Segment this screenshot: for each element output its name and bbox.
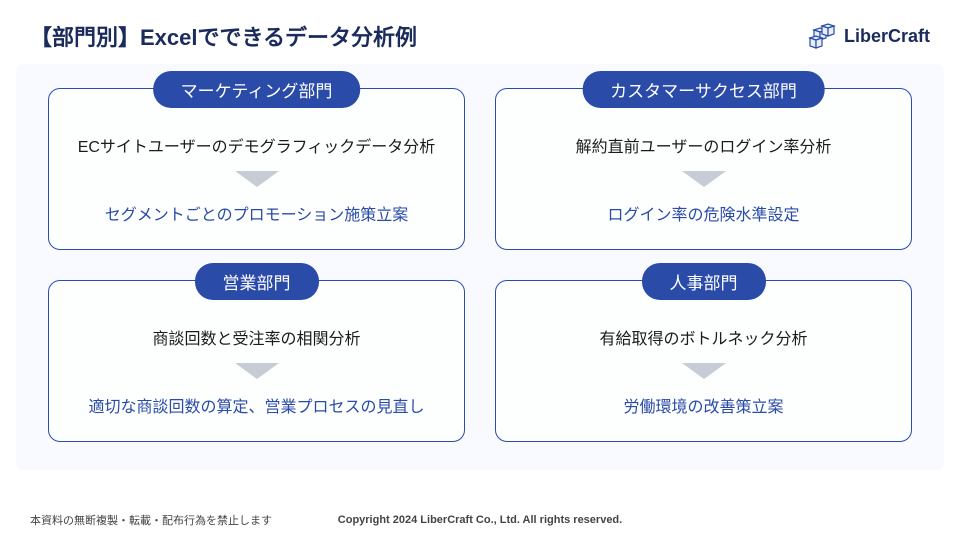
card-outcome-text: 適切な商談回数の算定、営業プロセスの見直し xyxy=(69,393,444,417)
card-badge: 人事部門 xyxy=(642,263,766,300)
card-outcome-text: ログイン率の危険水準設定 xyxy=(516,201,891,225)
arrow-down-icon xyxy=(235,171,279,187)
logo: LiberCraft xyxy=(806,22,930,50)
card-analysis-text: 商談回数と受注率の相関分析 xyxy=(69,325,444,349)
card-outcome-text: 労働環境の改善策立案 xyxy=(516,393,891,417)
card-analysis-text: 解約直前ユーザーのログイン率分析 xyxy=(516,133,891,157)
card-analysis-text: ECサイトユーザーのデモグラフィックデータ分析 xyxy=(69,133,444,157)
card-badge: 営業部門 xyxy=(195,263,319,300)
footer-disclaimer: 本資料の無断複製・転載・配布行為を禁止します xyxy=(30,512,272,528)
arrow-down-icon xyxy=(682,171,726,187)
logo-icon xyxy=(806,22,838,50)
header: 【部門別】Excelでできるデータ分析例 LiberCraft xyxy=(0,0,960,64)
card-badge: カスタマーサクセス部門 xyxy=(582,71,825,108)
footer: 本資料の無断複製・転載・配布行為を禁止します Copyright 2024 Li… xyxy=(0,500,960,540)
logo-text: LiberCraft xyxy=(844,26,930,47)
card-customer-success: カスタマーサクセス部門 解約直前ユーザーのログイン率分析 ログイン率の危険水準設… xyxy=(495,88,912,250)
main-panel: マーケティング部門 ECサイトユーザーのデモグラフィックデータ分析 セグメントご… xyxy=(16,64,944,470)
card-sales: 営業部門 商談回数と受注率の相関分析 適切な商談回数の算定、営業プロセスの見直し xyxy=(48,280,465,442)
card-hr: 人事部門 有給取得のボトルネック分析 労働環境の改善策立案 xyxy=(495,280,912,442)
card-badge: マーケティング部門 xyxy=(153,71,361,108)
arrow-down-icon xyxy=(235,363,279,379)
card-analysis-text: 有給取得のボトルネック分析 xyxy=(516,325,891,349)
page-title: 【部門別】Excelでできるデータ分析例 xyxy=(30,20,417,52)
card-marketing: マーケティング部門 ECサイトユーザーのデモグラフィックデータ分析 セグメントご… xyxy=(48,88,465,250)
card-outcome-text: セグメントごとのプロモーション施策立案 xyxy=(69,201,444,225)
arrow-down-icon xyxy=(682,363,726,379)
footer-copyright: Copyright 2024 LiberCraft Co., Ltd. All … xyxy=(338,514,622,526)
